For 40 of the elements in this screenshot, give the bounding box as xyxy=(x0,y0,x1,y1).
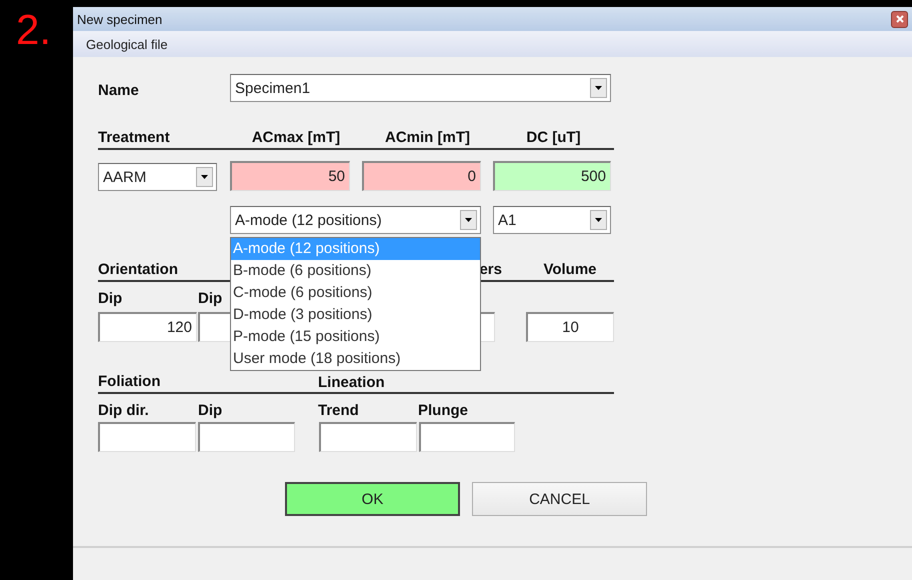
section-header: Orientation xyxy=(98,261,178,278)
step-number: 2. xyxy=(16,8,52,52)
cancel-button[interactable]: CANCEL xyxy=(472,482,647,516)
column-header: Dip dir. xyxy=(98,402,149,419)
column-header: ACmax [mT] xyxy=(252,129,340,146)
column-header: ACmin [mT] xyxy=(385,129,470,146)
section-header: Foliation xyxy=(98,373,160,390)
column-header: Dip xyxy=(98,290,122,307)
dropdown-field[interactable]: Specimen1 xyxy=(230,74,611,102)
section-header: Lineation xyxy=(318,374,385,391)
dropdown-option[interactable]: C-mode (6 positions) xyxy=(231,282,480,304)
input-field[interactable] xyxy=(419,422,515,452)
dropdown-field[interactable]: AARM xyxy=(98,163,217,191)
dropdown-option[interactable]: User mode (18 positions) xyxy=(231,348,480,370)
input-field[interactable] xyxy=(98,422,196,452)
column-header: ers xyxy=(479,261,502,278)
input-field[interactable]: 0 xyxy=(362,161,481,191)
column-header: Treatment xyxy=(98,129,170,146)
window-title: New specimen xyxy=(77,12,162,26)
field-label: Name xyxy=(98,82,139,99)
column-header: Plunge xyxy=(418,402,468,419)
dropdown-option[interactable]: B-mode (6 positions) xyxy=(231,260,480,282)
dropdown-option[interactable]: P-mode (15 positions) xyxy=(231,326,480,348)
input-field[interactable]: 500 xyxy=(493,161,611,191)
input-field[interactable] xyxy=(319,422,417,452)
menu-item[interactable]: Geological file xyxy=(86,36,168,52)
dropdown-field[interactable]: A-mode (12 positions) xyxy=(230,206,481,234)
column-header: Trend xyxy=(318,402,359,419)
input-field[interactable]: 10 xyxy=(526,312,614,342)
column-header: Dip xyxy=(198,290,222,307)
dropdown-field[interactable]: A1 xyxy=(493,206,611,234)
close-icon[interactable] xyxy=(891,10,908,28)
column-header: Volume xyxy=(543,261,597,278)
dropdown-option[interactable]: D-mode (3 positions) xyxy=(231,304,480,326)
column-header: DC [uT] xyxy=(526,129,581,146)
input-field[interactable]: 120 xyxy=(98,312,197,342)
input-field[interactable]: 50 xyxy=(230,161,350,191)
column-header: Dip xyxy=(198,402,222,419)
input-field[interactable] xyxy=(198,422,295,452)
ok-button[interactable]: OK xyxy=(285,482,460,516)
